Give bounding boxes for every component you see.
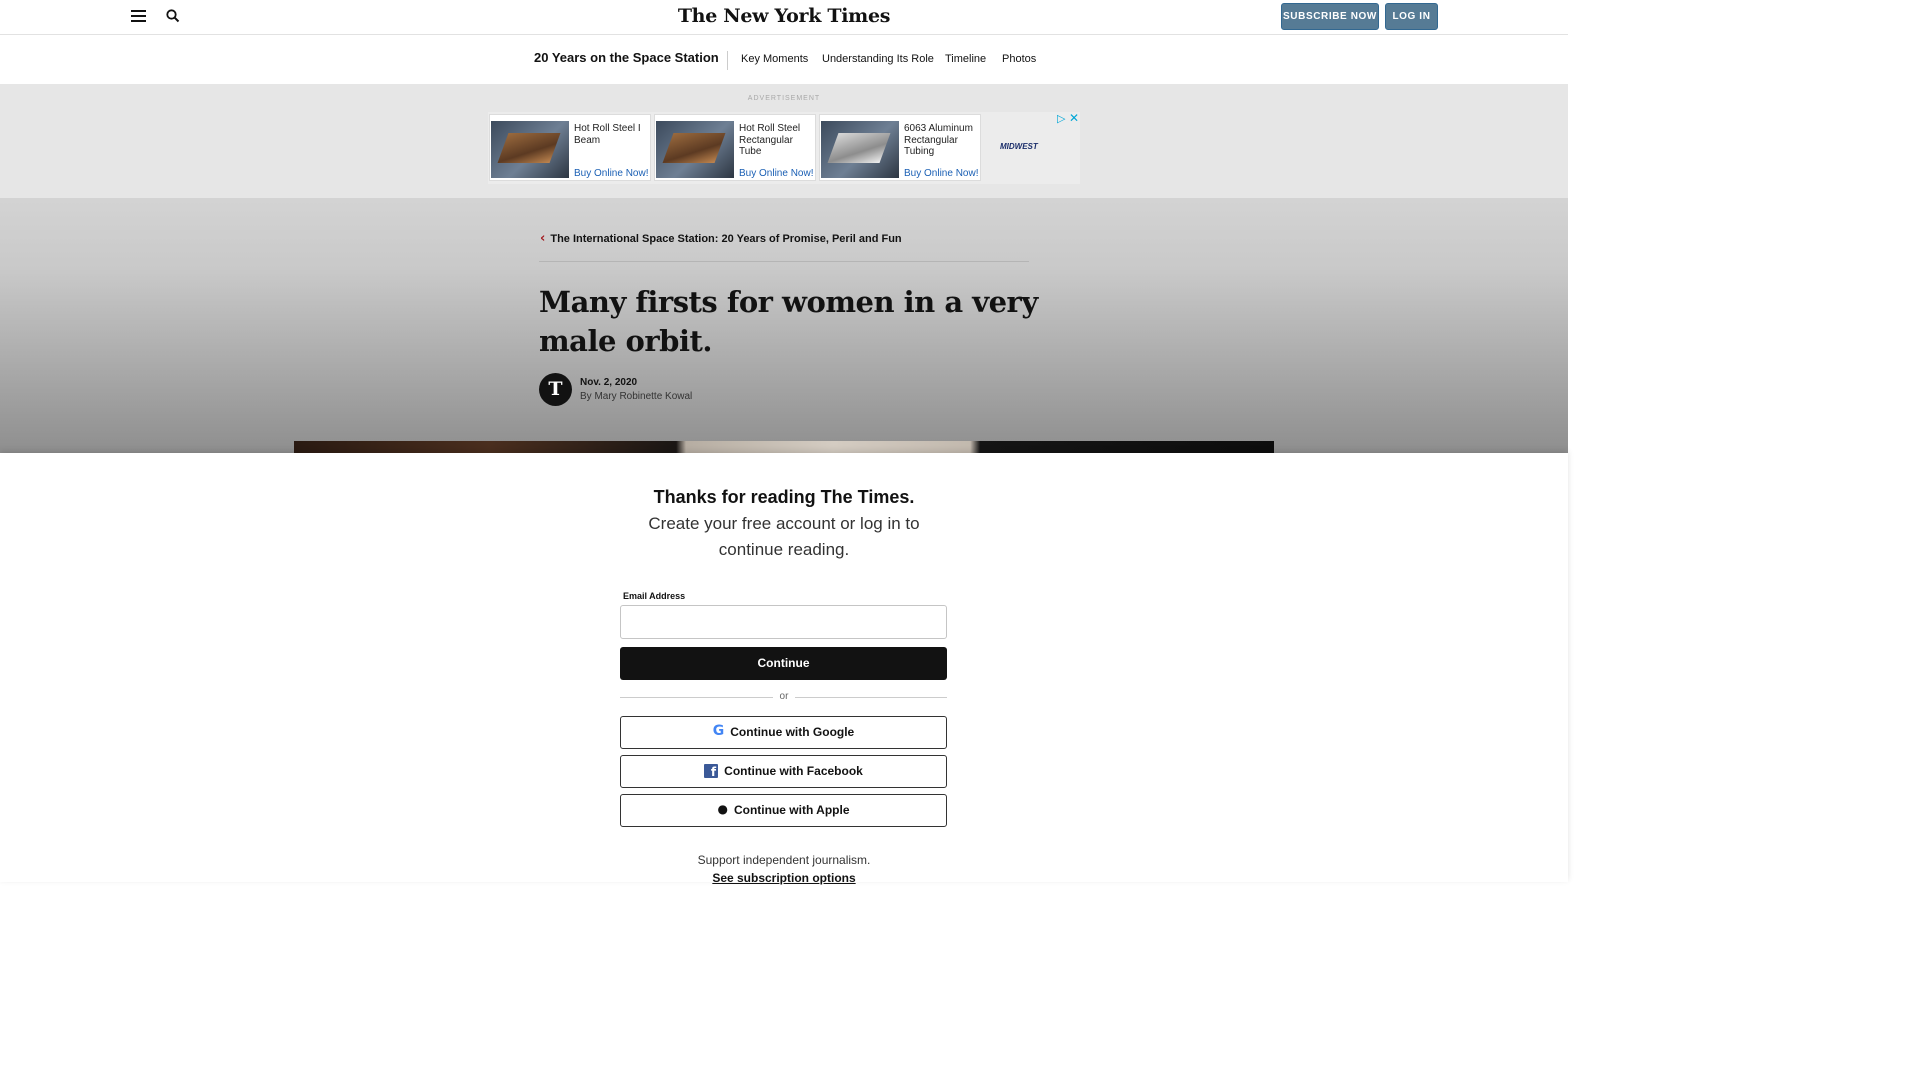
- ad-card[interactable]: Hot Roll Steel I Beam Buy Online Now!: [489, 114, 651, 181]
- email-field[interactable]: [620, 605, 947, 639]
- nav-item-key-moments[interactable]: Key Moments: [741, 53, 808, 65]
- article-headline: Many firsts for women in a very male orb…: [539, 285, 1038, 358]
- ad-buy-link[interactable]: Buy Online Now!: [904, 168, 978, 179]
- section-title[interactable]: 20 Years on the Space Station: [534, 50, 719, 65]
- google-login-button[interactable]: G Continue with Google: [620, 716, 947, 749]
- ad-buy-link[interactable]: Buy Online Now!: [739, 168, 813, 179]
- overlay-subtitle: Create your free account or log in to co…: [648, 514, 920, 559]
- google-button-label: Continue with Google: [730, 725, 855, 739]
- breadcrumb-label: The International Space Station: 20 Year…: [550, 233, 902, 245]
- apple-login-button[interactable]: ● Continue with Apple: [620, 794, 947, 827]
- email-label: Email Address: [623, 591, 686, 601]
- menu-icon[interactable]: [131, 10, 146, 22]
- login-button[interactable]: LOG IN: [1385, 3, 1438, 30]
- ad-product-image: [491, 121, 569, 178]
- author-avatar: T: [539, 373, 572, 406]
- ad-card[interactable]: 6063 Aluminum Rectangular Tubing Buy Onl…: [819, 114, 981, 181]
- facebook-icon: f: [704, 763, 719, 779]
- subscribe-button[interactable]: SUBSCRIBE NOW: [1281, 3, 1379, 30]
- apple-button-label: Continue with Apple: [733, 803, 850, 817]
- ad-label: ADVERTISEMENT: [747, 95, 821, 102]
- apple-icon: ●: [717, 802, 728, 817]
- nav-item-understanding[interactable]: Understanding Its Role: [822, 53, 934, 65]
- ad-buy-link[interactable]: Buy Online Now!: [574, 168, 648, 179]
- publish-date: Nov. 2, 2020: [580, 377, 638, 388]
- ad-product-name: 6063 Aluminum Rectangular Tubing: [904, 123, 973, 157]
- nav-item-photos[interactable]: Photos: [1002, 53, 1036, 65]
- ad-product-image: [821, 121, 899, 178]
- or-separator: or: [779, 691, 789, 702]
- breadcrumb-divider: [539, 261, 1029, 262]
- google-icon: G: [712, 723, 725, 740]
- nav-item-timeline[interactable]: Timeline: [945, 53, 986, 65]
- ad-product-name: Hot Roll Steel Rectangular Tube: [739, 123, 801, 157]
- section-nav: 20 Years on the Space Station Key Moment…: [0, 35, 1568, 84]
- subscription-options-link[interactable]: See subscription options: [0, 871, 1568, 885]
- login-overlay: Thanks for reading The Times. Create you…: [0, 453, 1568, 885]
- close-icon[interactable]: ✕: [1069, 111, 1079, 125]
- overlay-title: Thanks for reading The Times.: [653, 487, 915, 507]
- ad-product-name: Hot Roll Steel I Beam: [574, 123, 641, 146]
- ad-product-image: [656, 121, 734, 178]
- continue-button[interactable]: Continue: [620, 647, 947, 680]
- chevron-left-icon: ‹: [540, 231, 546, 246]
- ad-brand-logo[interactable]: MIDWEST: [1000, 142, 1038, 151]
- divider-left: [620, 697, 773, 698]
- facebook-login-button[interactable]: f Continue with Facebook: [620, 755, 947, 788]
- divider-right: [795, 697, 947, 698]
- byline: By Mary Robinette Kowal: [580, 391, 693, 402]
- nav-divider: [727, 51, 728, 70]
- ad-unit: Hot Roll Steel I Beam Buy Online Now! Ho…: [488, 111, 1080, 184]
- adchoices-icon[interactable]: ▷: [1057, 112, 1065, 125]
- ad-card[interactable]: Hot Roll Steel Rectangular Tube Buy Onli…: [654, 114, 816, 181]
- support-text: Support independent journalism.: [697, 853, 871, 867]
- search-icon[interactable]: [165, 8, 181, 24]
- facebook-button-label: Continue with Facebook: [724, 764, 863, 778]
- breadcrumb[interactable]: ‹ The International Space Station: 20 Yea…: [540, 231, 902, 246]
- top-bar: The New York Times SUBSCRIBE NOW LOG IN: [0, 0, 1568, 35]
